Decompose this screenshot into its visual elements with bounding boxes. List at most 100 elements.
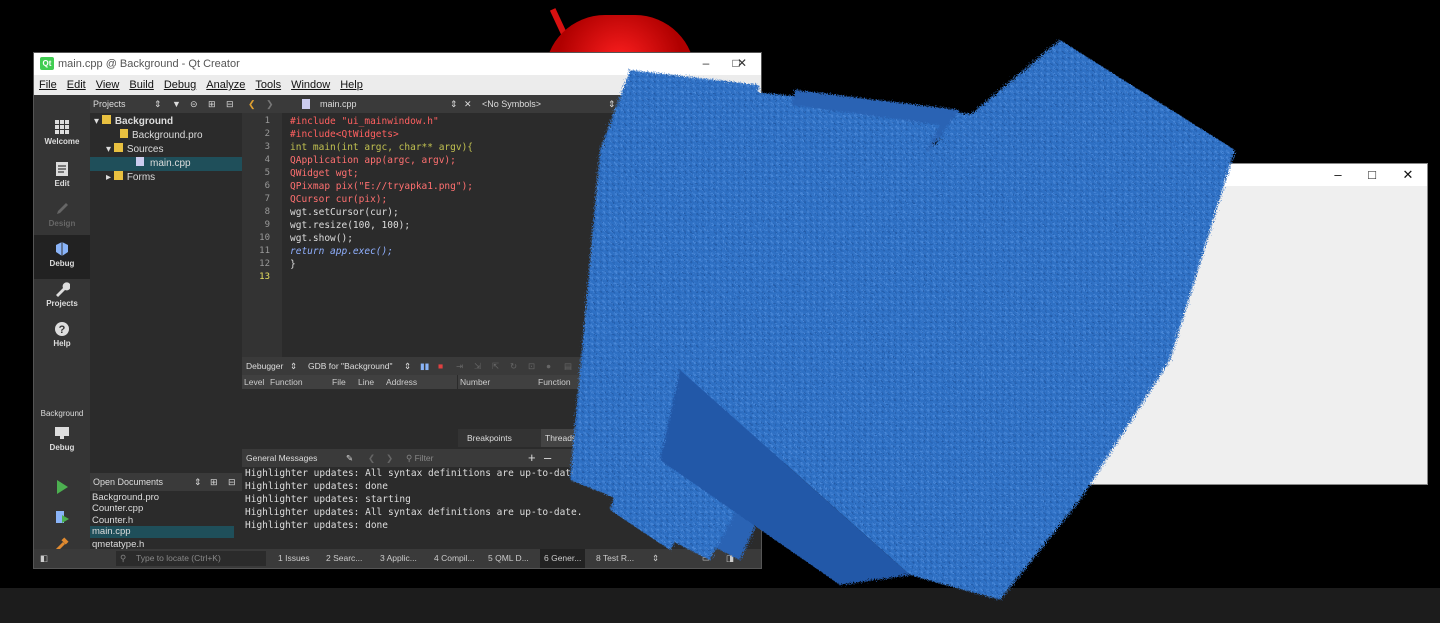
debug-engine-selector[interactable]: GDB for "Background" — [308, 357, 392, 375]
target-selector[interactable]: Debug — [34, 425, 90, 452]
mode-debug[interactable]: Debug — [34, 235, 90, 279]
open-documents-header[interactable]: Open Documents ⇕ ⊞ ⊟ — [90, 473, 242, 491]
debugger-selector[interactable]: Debugger — [246, 357, 283, 375]
mode-edit[interactable]: Edit — [34, 161, 90, 188]
column-header[interactable]: Line — [358, 375, 374, 389]
mode-projects[interactable]: Projects — [34, 281, 90, 308]
selector-chevron-icon[interactable]: ⇕ — [154, 95, 162, 113]
tree-item-sources[interactable]: ▾ Sources — [106, 143, 164, 157]
tree-item-project[interactable]: ▾ Background — [94, 115, 242, 129]
tab-breakpoints[interactable]: Breakpoints — [467, 429, 512, 447]
line-number: 13 — [259, 272, 270, 282]
output-tab-issues[interactable]: 1 Issues — [278, 549, 310, 568]
menu-analyze[interactable]: Analyze — [206, 79, 245, 91]
chevron-updown-icon[interactable]: ⇕ — [290, 357, 297, 375]
menu-view[interactable]: View — [96, 79, 120, 91]
mode-help[interactable]: ? Help — [34, 321, 90, 348]
svg-text:?: ? — [59, 324, 66, 336]
step-out-icon[interactable]: ⇱ — [492, 357, 499, 375]
symbols-selector[interactable]: <No Symbols> — [482, 95, 541, 113]
mode-design[interactable]: Design — [34, 201, 90, 228]
column-header[interactable]: Level — [244, 375, 264, 389]
menu-window[interactable]: Window — [291, 79, 330, 91]
code-line: wgt.resize(100, 100); — [290, 220, 411, 231]
play-icon — [57, 480, 68, 494]
maximize-button[interactable]: □ — [1357, 166, 1387, 184]
chevron-updown-icon[interactable]: ⇕ — [194, 473, 202, 491]
project-icon — [101, 115, 111, 124]
minimize-button[interactable]: – — [1323, 166, 1353, 184]
code-editor[interactable]: 1 2 3 4 5 6 7 8 9 10 11 12 13 #include "… — [242, 113, 592, 357]
snapshot-icon[interactable]: ⊡ — [528, 357, 535, 375]
link-icon[interactable]: ⊝ — [190, 95, 198, 113]
code-line: int main(int argc, char** argv){ — [290, 142, 474, 153]
menu-debug[interactable]: Debug — [164, 79, 196, 91]
output-tab-application[interactable]: 3 Applic... — [380, 549, 417, 568]
help-icon: ? — [55, 322, 69, 336]
line-number: 4 — [264, 155, 270, 165]
run-button[interactable] — [34, 479, 90, 497]
breakpoint-icon[interactable]: ● — [546, 357, 551, 375]
tree-item-main-cpp[interactable]: main.cpp — [90, 157, 242, 171]
chevron-updown-icon[interactable]: ⇕ — [450, 95, 458, 113]
column-header[interactable]: Address — [386, 375, 417, 389]
menu-help[interactable]: Help — [340, 79, 363, 91]
line-number: 3 — [264, 142, 270, 152]
debug-cube-icon — [56, 242, 68, 256]
mode-label: Help — [53, 339, 71, 348]
mode-welcome[interactable]: Welcome — [34, 119, 90, 146]
chevron-updown-icon[interactable]: ⇕ — [404, 357, 411, 375]
column-header[interactable]: Number — [460, 375, 490, 389]
tree-item-pro-file[interactable]: Background.pro — [120, 129, 203, 143]
open-file-selector[interactable]: main.cpp — [320, 95, 357, 113]
projects-panel-header[interactable]: Projects ⇕ ▼ ⊝ ⊞ ⊟ — [90, 95, 242, 113]
filter-input[interactable]: ⚲ Filter — [406, 449, 433, 467]
close-file-icon[interactable]: ✕ — [464, 95, 472, 113]
tree-item-label: main.cpp — [150, 158, 191, 169]
close-panel-icon[interactable]: ⊟ — [228, 473, 236, 491]
expand-arrow-icon[interactable]: ▾ — [106, 144, 114, 155]
menu-file[interactable]: File — [39, 79, 57, 91]
locator-input[interactable]: ⚲ Type to locate (Ctrl+K) — [116, 551, 266, 566]
open-document-item-selected[interactable]: main.cpp — [90, 526, 234, 538]
prev-icon[interactable]: ❮ — [368, 449, 375, 467]
menu-edit[interactable]: Edit — [67, 79, 86, 91]
expand-arrow-icon[interactable]: ▸ — [106, 172, 114, 183]
column-header[interactable]: File — [332, 375, 346, 389]
toggle-sidebar-icon[interactable]: ◧ — [40, 549, 48, 568]
split-icon[interactable]: ⊞ — [208, 95, 216, 113]
expand-arrow-icon[interactable]: ▾ — [94, 116, 102, 127]
code-line: QPixmap pix("E://tryapka1.png"); — [290, 181, 474, 192]
debug-run-button[interactable] — [34, 509, 90, 527]
step-over-icon[interactable]: ⇥ — [456, 357, 463, 375]
next-icon[interactable]: ❯ — [386, 449, 393, 467]
tree-item-forms[interactable]: ▸ Forms — [106, 171, 155, 185]
menu-tools[interactable]: Tools — [255, 79, 281, 91]
clear-icon[interactable]: ✎ — [346, 449, 353, 467]
split-icon[interactable]: ⊞ — [210, 473, 218, 491]
filter-icon[interactable]: ▼ — [172, 95, 181, 113]
zoom-in-button[interactable]: + — [528, 449, 536, 467]
output-tab-search[interactable]: 2 Searc... — [326, 549, 362, 568]
restart-icon[interactable]: ↻ — [510, 357, 517, 375]
mode-label: Welcome — [44, 137, 80, 146]
zoom-out-button[interactable]: – — [544, 449, 551, 467]
cpp-file-icon — [136, 157, 144, 166]
line-number: 5 — [264, 168, 270, 178]
close-panel-icon[interactable]: ⊟ — [226, 95, 234, 113]
continue-icon[interactable]: ▮▮ — [420, 357, 429, 375]
menu-build[interactable]: Build — [129, 79, 153, 91]
forward-arrow-icon[interactable]: ❯ — [266, 95, 274, 113]
debug-play-icon — [56, 511, 69, 523]
step-into-icon[interactable]: ⇲ — [474, 357, 481, 375]
debugger-toolbar: Debugger ⇕ GDB for "Background" ⇕ ▮▮ ■ ⇥… — [242, 357, 592, 375]
open-documents-selector[interactable]: Open Documents — [90, 477, 163, 487]
stop-icon[interactable]: ■ — [438, 357, 443, 375]
projects-selector[interactable]: Projects — [90, 99, 126, 109]
close-button[interactable]: ✕ — [1393, 166, 1423, 184]
output-tab-compile[interactable]: 4 Compil... — [434, 549, 475, 568]
column-header[interactable]: Function — [270, 375, 303, 389]
back-arrow-icon[interactable]: ❮ — [248, 95, 256, 113]
output-tab-qml-debugger[interactable]: 5 QML D... — [488, 549, 529, 568]
stack-header: Level Function File Line Address — [242, 375, 457, 389]
